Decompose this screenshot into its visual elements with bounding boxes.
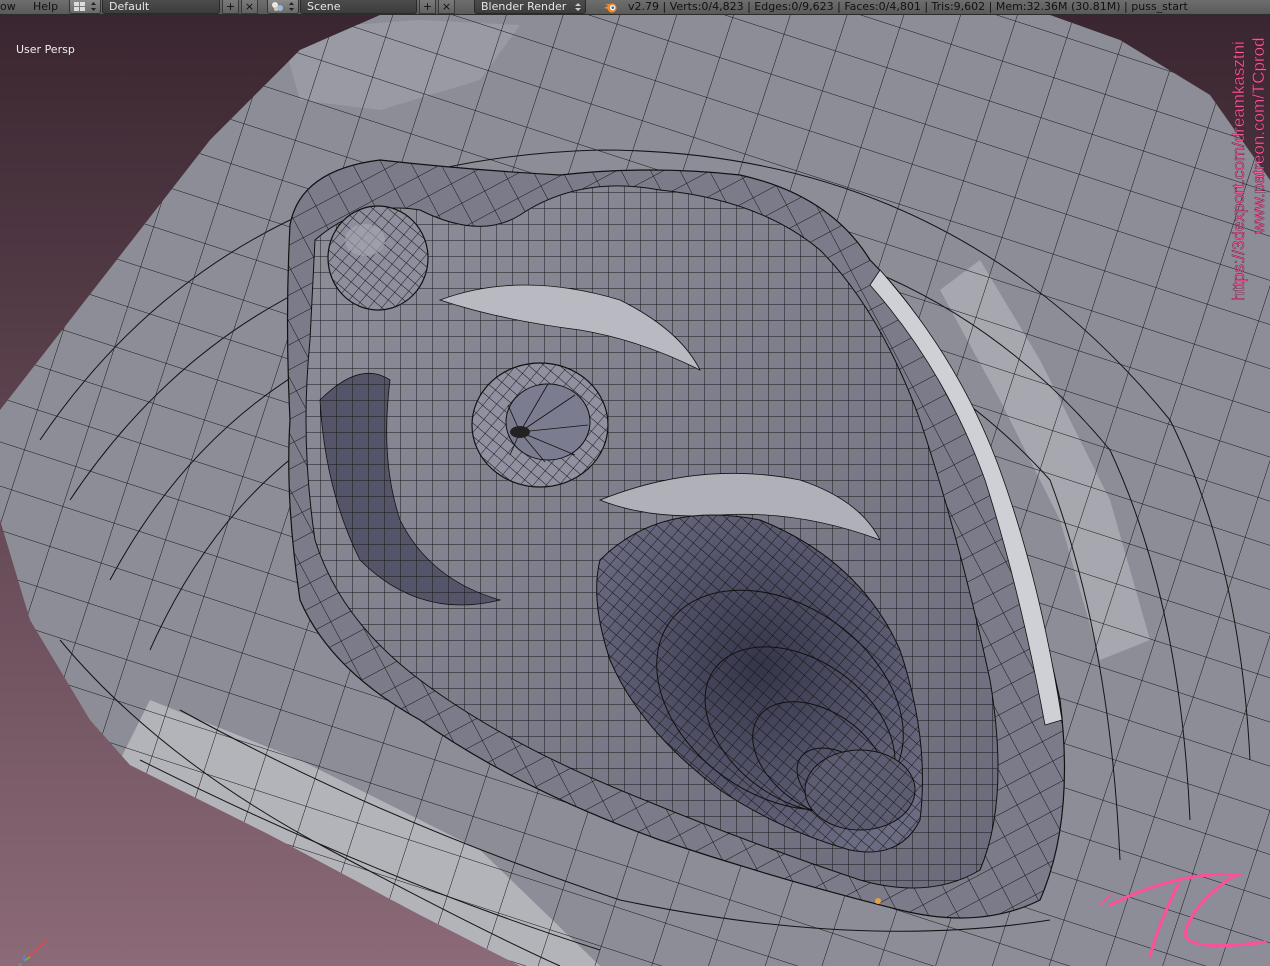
help-menu[interactable]: Help bbox=[33, 0, 58, 14]
remove-scene-button[interactable]: × bbox=[438, 0, 455, 14]
clit-sphere bbox=[327, 205, 429, 311]
mesh-render bbox=[0, 15, 1270, 966]
scene-dropdown[interactable]: Scene bbox=[300, 0, 417, 14]
screen-layout-icon[interactable] bbox=[69, 0, 101, 14]
axis-gizmo: x y bbox=[18, 937, 47, 966]
watermark-text: https://3dexport.com/dreamkasztni www.pa… bbox=[1229, 37, 1266, 301]
3d-viewport[interactable]: User Persp x y https://3dexport.com/drea… bbox=[0, 15, 1270, 966]
axis-y-label: y bbox=[18, 961, 22, 966]
window-menu[interactable]: ow bbox=[0, 0, 16, 14]
scene-icon[interactable] bbox=[267, 0, 299, 14]
layout-dropdown[interactable]: Default bbox=[102, 0, 220, 14]
render-engine-label: Blender Render bbox=[481, 0, 567, 13]
dropdown-arrows-icon bbox=[575, 3, 581, 11]
view-name-label: User Persp bbox=[16, 43, 75, 56]
scene-statistics: v2.79 | Verts:0/4,823 | Edges:0/9,623 | … bbox=[628, 0, 1188, 13]
axis-x-label: x bbox=[43, 937, 47, 945]
render-engine-dropdown[interactable]: Blender Render bbox=[474, 0, 586, 14]
remove-layout-button[interactable]: × bbox=[241, 0, 258, 14]
add-scene-button[interactable]: + bbox=[419, 0, 436, 14]
watermark-line-2: www.patreon.com/TCprod bbox=[1249, 37, 1266, 235]
urethra-ring bbox=[471, 362, 609, 488]
info-header: ow Help Default + × Scene + × Blender Re… bbox=[0, 0, 1270, 15]
vertex-marker bbox=[875, 898, 881, 904]
watermark-line-1: https://3dexport.com/dreamkasztni bbox=[1229, 41, 1248, 301]
add-layout-button[interactable]: + bbox=[222, 0, 239, 14]
blender-logo-icon bbox=[604, 3, 617, 13]
